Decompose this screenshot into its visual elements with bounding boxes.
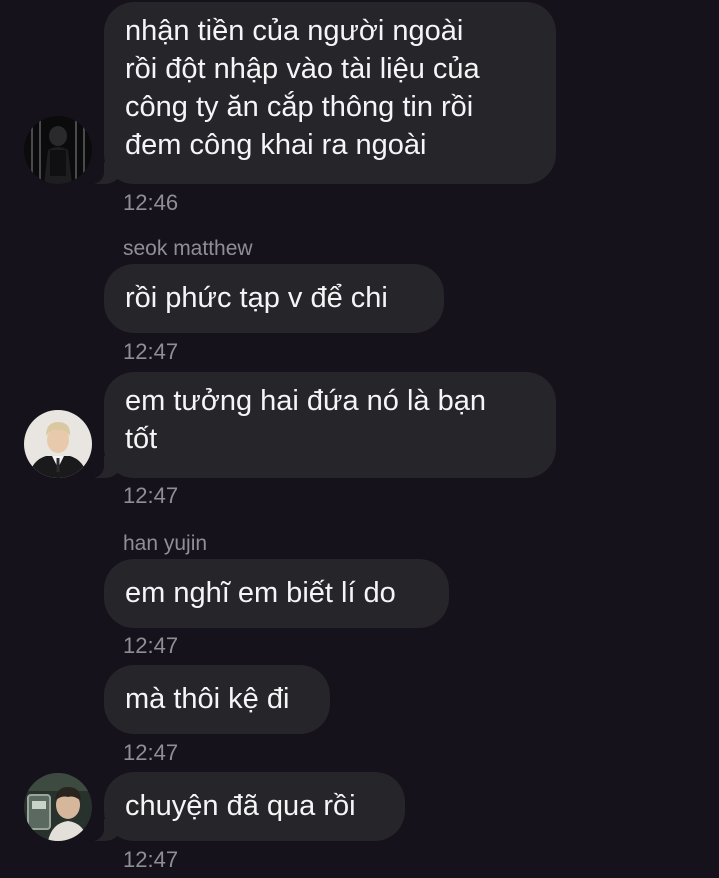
message-bubble[interactable]: nhận tiền của người ngoài rồi đột nhập v… <box>90 2 556 184</box>
message-timestamp: 12:47 <box>123 339 179 364</box>
chat-thread[interactable]: nhận tiền của người ngoài rồi đột nhập v… <box>0 0 719 878</box>
sender-name[interactable]: han yujin <box>123 531 207 557</box>
sender-name[interactable]: seok matthew <box>123 236 253 262</box>
message-timestamp: 12:47 <box>123 847 179 872</box>
message-bubble[interactable]: rồi phức tạp v để chi <box>104 264 444 333</box>
man-with-mirror-avatar[interactable] <box>24 773 92 841</box>
message-timestamp: 12:47 <box>123 740 179 765</box>
message-bubble[interactable]: mà thôi kệ đi <box>104 665 330 734</box>
blond-man-in-suit-avatar[interactable] <box>24 410 92 478</box>
message-timestamp: 12:47 <box>123 633 179 658</box>
message-timestamp: 12:47 <box>123 483 179 508</box>
message-bubble[interactable]: chuyện đã qua rồi <box>90 772 405 841</box>
message-timestamp: 12:46 <box>123 190 179 215</box>
message-bubble[interactable]: em tưởng hai đứa nó là bạn tốt <box>90 372 556 478</box>
message-bubble[interactable]: em nghĩ em biết lí do <box>104 559 449 628</box>
dark-figure-avatar[interactable] <box>24 116 92 184</box>
